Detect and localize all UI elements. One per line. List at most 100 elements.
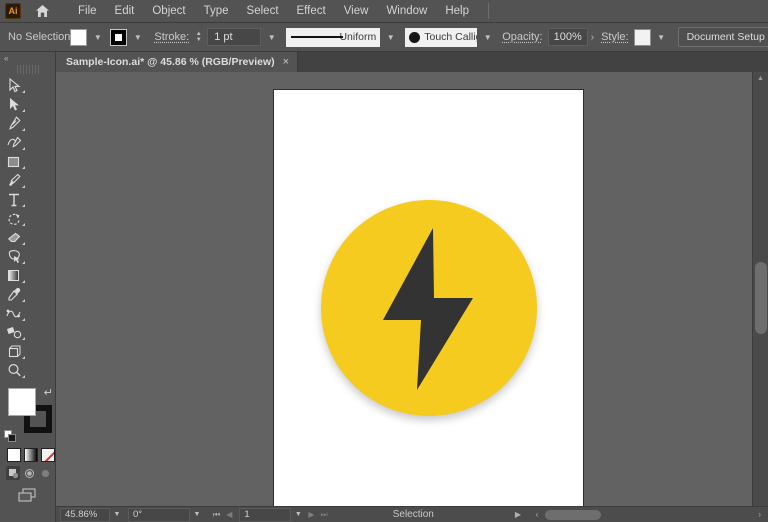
- stroke-weight-control[interactable]: ▲▼ 1 pt ▼: [194, 28, 278, 46]
- default-fill-stroke-icon[interactable]: [4, 430, 17, 443]
- stroke-profile-control[interactable]: Uniform ▼: [286, 28, 397, 47]
- artboard-chevron-down-icon[interactable]: ▼: [291, 508, 305, 522]
- fill-swatch[interactable]: [70, 29, 87, 46]
- selection-status-label: No Selection: [8, 31, 70, 43]
- draw-normal-button[interactable]: [6, 466, 20, 480]
- stroke-color-control[interactable]: ▼: [110, 29, 144, 46]
- draw-behind-button[interactable]: [22, 466, 36, 480]
- fill-chevron-down-icon[interactable]: ▼: [91, 29, 104, 46]
- pen-tool[interactable]: [0, 114, 28, 133]
- color-controls: ↵: [0, 386, 56, 444]
- brush-definition-control[interactable]: Touch Callig... ▼: [405, 28, 494, 47]
- rotation-chevron-down-icon[interactable]: ▼: [190, 508, 204, 522]
- menu-item-select[interactable]: Select: [238, 2, 288, 20]
- style-label[interactable]: Style:: [601, 31, 629, 43]
- stroke-weight-stepper[interactable]: ▲▼: [194, 28, 203, 46]
- document-tab-title: Sample-Icon.ai* @ 45.86 % (RGB/Preview): [66, 56, 275, 68]
- direct-selection-tool[interactable]: [0, 95, 28, 114]
- stroke-chevron-down-icon[interactable]: ▼: [131, 29, 144, 46]
- app-logo-icon[interactable]: Ai: [5, 3, 21, 19]
- fill-color-swatch[interactable]: [8, 388, 36, 416]
- change-screen-mode-button[interactable]: [0, 480, 55, 505]
- zoom-level-field[interactable]: 45.86%: [60, 508, 110, 522]
- menu-bar: Ai File Edit Object Type Select Effect V…: [0, 0, 768, 23]
- selection-tool[interactable]: [0, 76, 28, 95]
- menu-separator: [488, 3, 489, 19]
- artboard-number-field[interactable]: 1: [239, 508, 291, 522]
- lightning-bolt-icon[interactable]: [321, 200, 537, 416]
- artboard[interactable]: [274, 90, 583, 506]
- symbol-sprayer-tool[interactable]: [0, 323, 28, 342]
- gradient-mode-button[interactable]: [24, 448, 38, 462]
- scroll-left-icon[interactable]: ‹: [533, 510, 542, 519]
- document-tab[interactable]: Sample-Icon.ai* @ 45.86 % (RGB/Preview) …: [56, 52, 298, 72]
- opacity-field[interactable]: 100%: [548, 28, 588, 46]
- graphic-style-swatch[interactable]: [634, 29, 651, 46]
- document-tab-bar: Sample-Icon.ai* @ 45.86 % (RGB/Preview) …: [56, 52, 768, 72]
- menu-item-object[interactable]: Object: [143, 2, 194, 20]
- next-artboard-icon[interactable]: ▶: [305, 510, 317, 519]
- scroll-up-icon[interactable]: ▲: [753, 72, 768, 85]
- menu-item-effect[interactable]: Effect: [288, 2, 335, 20]
- control-bar: No Selection ▼ ▼ Stroke: ▲▼ 1 pt ▼ Unifo…: [0, 23, 768, 52]
- horizontal-scrollbar[interactable]: ‹ ›: [524, 510, 768, 520]
- rectangle-tool[interactable]: [0, 152, 28, 171]
- stroke-weight-field[interactable]: 1 pt: [207, 28, 261, 46]
- opacity-label[interactable]: Opacity:: [502, 31, 542, 43]
- gradient-tool[interactable]: [0, 266, 28, 285]
- rotate-tool[interactable]: [0, 209, 28, 228]
- status-more-icon[interactable]: ▶: [512, 510, 524, 519]
- document-setup-button[interactable]: Document Setup: [678, 27, 768, 47]
- drawing-mode-buttons: [0, 462, 55, 480]
- stroke-weight-chevron-down-icon[interactable]: ▼: [265, 29, 278, 46]
- free-transform-tool[interactable]: [0, 247, 28, 266]
- style-chevron-down-icon[interactable]: ▼: [655, 29, 668, 46]
- prev-artboard-icon[interactable]: ◀: [223, 510, 235, 519]
- type-tool[interactable]: [0, 190, 28, 209]
- opacity-expand-icon[interactable]: ›: [588, 32, 597, 43]
- stroke-profile-chevron-down-icon[interactable]: ▼: [384, 29, 397, 46]
- color-mode-buttons: [0, 444, 55, 462]
- first-artboard-icon[interactable]: ⏮: [210, 510, 223, 520]
- close-icon[interactable]: ×: [283, 56, 289, 68]
- tools-panel-grip[interactable]: [17, 65, 39, 74]
- brush-definition-field[interactable]: Touch Callig...: [405, 28, 477, 47]
- eraser-tool[interactable]: [0, 228, 28, 247]
- eyedropper-tool[interactable]: [0, 285, 28, 304]
- vertical-scroll-thumb[interactable]: [755, 262, 767, 334]
- menu-item-edit[interactable]: Edit: [106, 2, 144, 20]
- paintbrush-tool[interactable]: [0, 171, 28, 190]
- blend-tool[interactable]: [0, 304, 28, 323]
- stroke-profile-field[interactable]: Uniform: [286, 28, 380, 47]
- canvas-vertical-scrollbar[interactable]: ▲: [752, 72, 768, 506]
- stroke-label[interactable]: Stroke:: [154, 31, 189, 43]
- menu-item-window[interactable]: Window: [377, 2, 436, 20]
- home-icon[interactable]: [33, 2, 51, 20]
- menu-item-type[interactable]: Type: [195, 2, 238, 20]
- last-artboard-icon[interactable]: ⏭: [318, 510, 331, 520]
- menu-item-file[interactable]: File: [69, 2, 106, 20]
- scroll-right-icon[interactable]: ›: [755, 510, 764, 519]
- tools-panel-collapse-icon[interactable]: «: [0, 52, 55, 65]
- edit-toolbar-button[interactable]: •••: [0, 505, 55, 522]
- fill-control[interactable]: ▼: [70, 29, 104, 46]
- canvas-area[interactable]: [56, 72, 752, 506]
- zoom-tool[interactable]: [0, 361, 28, 380]
- brush-chevron-down-icon[interactable]: ▼: [481, 29, 494, 46]
- swap-fill-stroke-icon[interactable]: ↵: [44, 386, 53, 399]
- zoom-chevron-down-icon[interactable]: ▼: [110, 508, 124, 522]
- curvature-tool[interactable]: [0, 133, 28, 152]
- artboard-tool[interactable]: [0, 342, 28, 361]
- tools-panel: «: [0, 52, 56, 522]
- stroke-swatch[interactable]: [110, 29, 127, 46]
- graphic-style-control[interactable]: ▼: [634, 29, 668, 46]
- illustrator-window: Ai File Edit Object Type Select Effect V…: [0, 0, 768, 522]
- draw-inside-button[interactable]: [38, 466, 52, 480]
- none-mode-button[interactable]: [41, 448, 55, 462]
- menu-item-help[interactable]: Help: [436, 2, 478, 20]
- icon-bolt-shape[interactable]: [321, 200, 537, 416]
- color-mode-button[interactable]: [7, 448, 21, 462]
- rotation-field[interactable]: 0°: [128, 508, 190, 522]
- horizontal-scroll-thumb[interactable]: [545, 510, 601, 520]
- menu-item-view[interactable]: View: [335, 2, 378, 20]
